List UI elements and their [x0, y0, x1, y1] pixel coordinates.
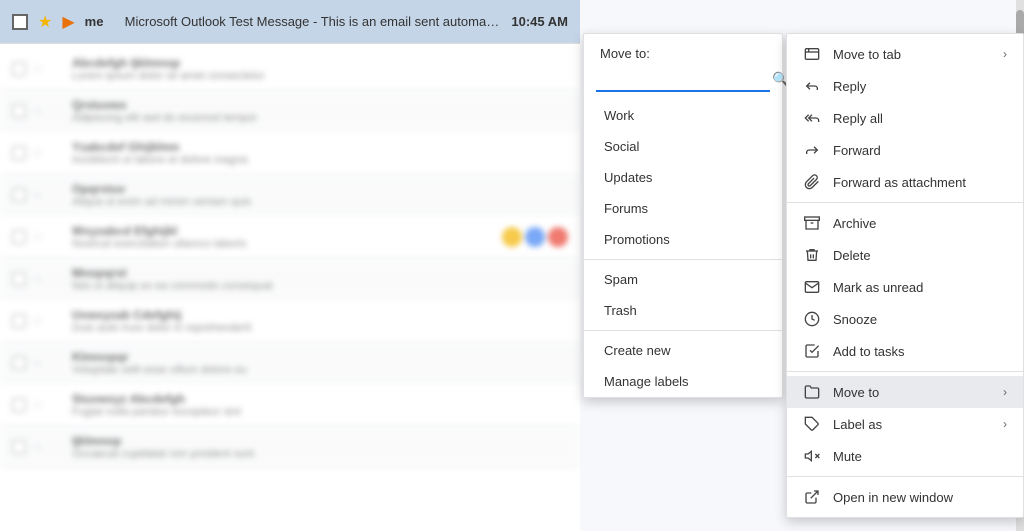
ctx-divider	[787, 476, 1023, 477]
ctx-move-to-tab[interactable]: Move to tab ›	[787, 38, 1023, 70]
arrow-icon: ›	[1003, 417, 1007, 431]
label-icon	[803, 415, 821, 433]
move-to-search-input[interactable]	[596, 72, 772, 87]
forward-icon	[803, 141, 821, 159]
search-wrapper: 🔍	[596, 71, 770, 92]
list-item[interactable]: ☆ MnopqrstNisi ut aliquip ex ea commodo …	[0, 258, 580, 300]
reply-all-icon	[803, 109, 821, 127]
ctx-label: Snooze	[833, 312, 1007, 327]
move-to-promotions[interactable]: Promotions	[584, 224, 782, 255]
important-icon: ▶	[62, 12, 74, 32]
move-to-work[interactable]: Work	[584, 100, 782, 131]
move-to-spam[interactable]: Spam	[584, 264, 782, 295]
forward-attach-icon	[803, 173, 821, 191]
list-item[interactable]: ☆ Wxyzabcd EfghijklNostrud exercitation …	[0, 216, 580, 258]
ctx-label-as[interactable]: Label as ›	[787, 408, 1023, 440]
arrow-icon: ›	[1003, 385, 1007, 399]
email-time: 10:45 AM	[511, 14, 568, 29]
archive-icon	[803, 214, 821, 232]
ctx-label: Move to	[833, 385, 991, 400]
ctx-reply-all[interactable]: Reply all	[787, 102, 1023, 134]
ctx-forward-attach[interactable]: Forward as attachment	[787, 166, 1023, 198]
move-to-social[interactable]: Social	[584, 131, 782, 162]
ctx-mark-unread[interactable]: Mark as unread	[787, 271, 1023, 303]
open-window-icon	[803, 488, 821, 506]
ctx-label: Mark as unread	[833, 280, 1007, 295]
ctx-label: Add to tasks	[833, 344, 1007, 359]
ctx-label: Open in new window	[833, 490, 1007, 505]
move-to-trash[interactable]: Trash	[584, 295, 782, 326]
ctx-label: Move to tab	[833, 47, 991, 62]
list-item[interactable]: ☆ Abcdefgh IjklmnopLorem ipsum dolor sit…	[0, 48, 580, 90]
ctx-label: Reply	[833, 79, 1007, 94]
ctx-label: Mute	[833, 449, 1007, 464]
email-top-bar: ★ ▶ me Microsoft Outlook Test Message - …	[0, 0, 580, 44]
list-item[interactable]: ☆ QrstuvwxAdipiscing elit sed do eiusmod…	[0, 90, 580, 132]
ctx-label: Forward as attachment	[833, 175, 1007, 190]
ctx-move-to[interactable]: Move to ›	[787, 376, 1023, 408]
ctx-divider	[787, 371, 1023, 372]
email-subject: Microsoft Outlook Test Message - This is…	[125, 14, 502, 29]
divider	[584, 259, 782, 260]
email-rows-container: ☆ Abcdefgh IjklmnopLorem ipsum dolor sit…	[0, 44, 580, 472]
arrow-icon: ›	[1003, 47, 1007, 61]
move-to-dropdown: Move to: 🔍 Work Social Updates Forums Pr…	[583, 33, 783, 398]
create-new-item[interactable]: Create new	[584, 335, 782, 366]
select-checkbox[interactable]	[12, 14, 28, 30]
ctx-mute[interactable]: Mute	[787, 440, 1023, 472]
ctx-label: Reply all	[833, 111, 1007, 126]
ctx-archive[interactable]: Archive	[787, 207, 1023, 239]
ctx-add-tasks[interactable]: Add to tasks	[787, 335, 1023, 367]
ctx-label: Forward	[833, 143, 1007, 158]
ctx-label: Archive	[833, 216, 1007, 231]
divider	[584, 330, 782, 331]
ctx-label: Label as	[833, 417, 991, 432]
ctx-snooze[interactable]: Snooze	[787, 303, 1023, 335]
snooze-icon	[803, 310, 821, 328]
ctx-divider	[787, 202, 1023, 203]
delete-icon	[803, 246, 821, 264]
tasks-icon	[803, 342, 821, 360]
ctx-label: Delete	[833, 248, 1007, 263]
manage-labels-item[interactable]: Manage labels	[584, 366, 782, 397]
mute-icon	[803, 447, 821, 465]
list-item[interactable]: ☆ Yzabcdef GhijklmnIncididunt ut labore …	[0, 132, 580, 174]
list-item[interactable]: ☆ Stuvwxyz AbcdefghFugiat nulla pariatur…	[0, 384, 580, 426]
move-to-forums[interactable]: Forums	[584, 193, 782, 224]
list-item[interactable]: ☆ IjklmnopOccaecat cupidatat non proiden…	[0, 426, 580, 468]
star-icon[interactable]: ★	[38, 12, 52, 32]
move-icon	[803, 383, 821, 401]
list-item[interactable]: ☆ OpqrstuvAliqua ut enim ad minim veniam…	[0, 174, 580, 216]
context-menu: Move to tab › Reply Reply all	[786, 33, 1024, 518]
ctx-open-window[interactable]: Open in new window	[787, 481, 1023, 513]
ctx-reply[interactable]: Reply	[787, 70, 1023, 102]
ctx-delete[interactable]: Delete	[787, 239, 1023, 271]
ctx-forward[interactable]: Forward	[787, 134, 1023, 166]
tab-icon	[803, 45, 821, 63]
sender-name: me	[85, 14, 115, 29]
list-item[interactable]: ☆ KlmnopqrVoluptate velit esse cillum do…	[0, 342, 580, 384]
reply-icon	[803, 77, 821, 95]
email-list: ★ ▶ me Microsoft Outlook Test Message - …	[0, 0, 580, 531]
move-to-header: Move to:	[584, 34, 782, 67]
move-to-updates[interactable]: Updates	[584, 162, 782, 193]
list-item[interactable]: ☆ Uvwxyzab CdefghijDuis aute irure dolor…	[0, 300, 580, 342]
unread-icon	[803, 278, 821, 296]
